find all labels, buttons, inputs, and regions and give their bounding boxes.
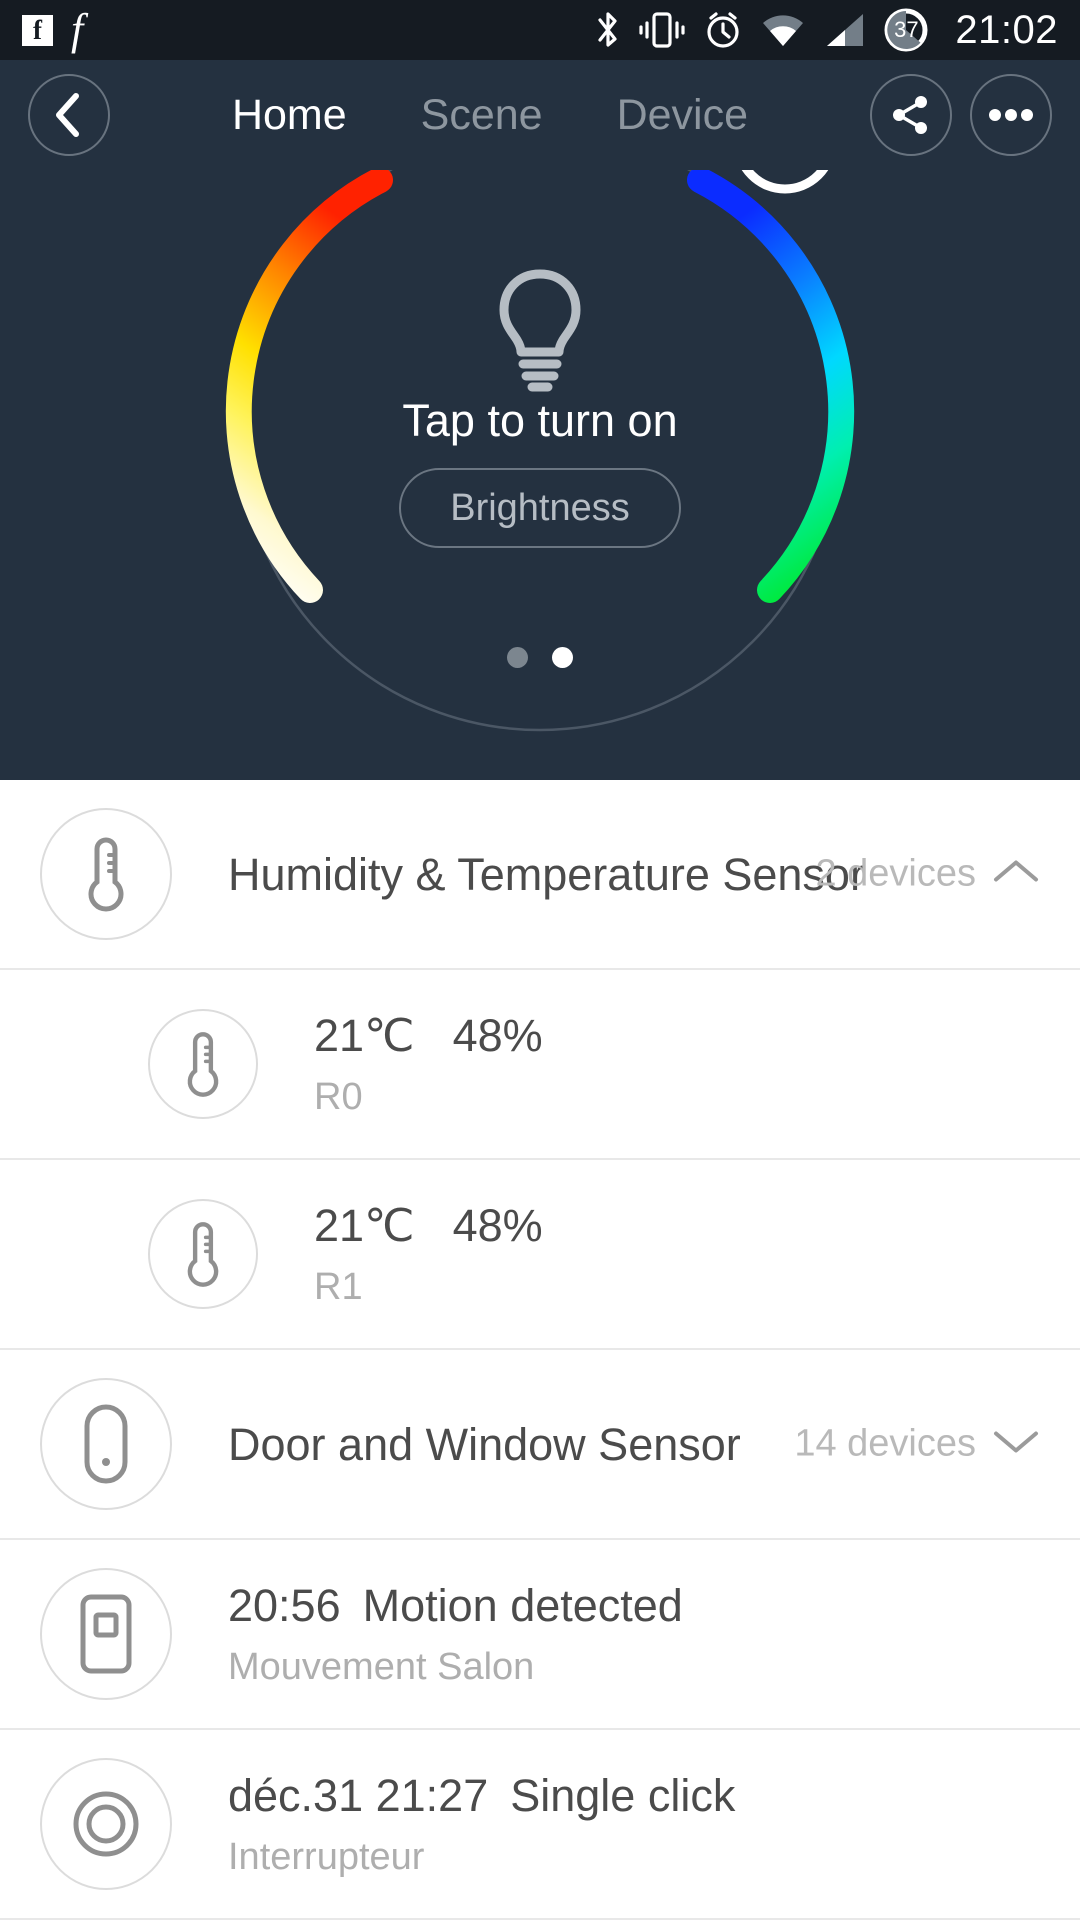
f-app-icon: f [71, 5, 84, 54]
tab-scene[interactable]: Scene [421, 93, 543, 137]
group-header-door-window[interactable]: Door and Window Sensor 14 devices [0, 1350, 1080, 1540]
event-row-body: 20:56 Motion detected Mouvement Salon [228, 1583, 1040, 1686]
status-bar-right: 37 21:02 [595, 7, 1058, 53]
door-window-sensor-icon [84, 1404, 128, 1484]
bluetooth-icon [598, 12, 617, 47]
avatar [40, 808, 172, 940]
vibrate-icon [639, 12, 685, 48]
brightness-button[interactable]: Brightness [399, 468, 681, 548]
avatar [148, 1009, 258, 1119]
group-device-count: 14 devices [794, 1422, 976, 1465]
alarm-icon [707, 12, 739, 48]
humidity-value: 48% [452, 1009, 543, 1061]
chevron-down-icon[interactable] [992, 1428, 1040, 1461]
battery-percent-label: 37 [894, 17, 919, 42]
page-indicator [0, 647, 1080, 668]
sensor-name: R0 [314, 1075, 363, 1118]
top-navigation-bar: Home Scene Device [0, 60, 1080, 170]
event-label: Motion detected [362, 1579, 683, 1631]
event-headline: 20:56 Motion detected [228, 1583, 1040, 1628]
sensor-readings: 21℃ 48% [314, 1013, 1040, 1058]
app-root: f f 37 21:02 Tap to turn on Brightness H… [0, 0, 1080, 1920]
table-row[interactable]: 21℃ 48% R0 [0, 970, 1080, 1160]
warm-color-arc[interactable] [225, 167, 393, 603]
sensor-row-body: 21℃ 48% R1 [314, 1203, 1040, 1306]
list-item[interactable]: déc.31 21:27 Single click Interrupteur [0, 1730, 1080, 1920]
status-bar-clock: 21:02 [955, 8, 1058, 52]
tab-home[interactable]: Home [232, 93, 347, 137]
status-bar: f f 37 21:02 [0, 0, 1080, 60]
event-row-body: déc.31 21:27 Single click Interrupteur [228, 1773, 1040, 1876]
button-switch-icon [73, 1791, 139, 1857]
thermometer-icon [187, 1222, 219, 1287]
page-dot-2[interactable] [552, 647, 573, 668]
back-chevron-icon [56, 93, 79, 137]
battery-icon: 37 [883, 7, 929, 53]
brightness-button-label: Brightness [450, 487, 630, 529]
device-list: Humidity & Temperature Sensor 2 devices … [0, 780, 1080, 1920]
event-time: déc.31 21:27 [228, 1769, 489, 1821]
avatar [40, 1568, 172, 1700]
humidity-value: 48% [452, 1199, 543, 1251]
event-device-name: Interrupteur [228, 1835, 425, 1878]
share-icon [893, 96, 927, 134]
event-headline: déc.31 21:27 Single click [228, 1773, 1040, 1818]
tap-to-turn-on-label[interactable]: Tap to turn on [0, 398, 1080, 443]
sensor-readings: 21℃ 48% [314, 1203, 1040, 1248]
list-item[interactable]: 20:56 Motion detected Mouvement Salon [0, 1540, 1080, 1730]
motion-sensor-icon [80, 1594, 132, 1674]
event-device-name: Mouvement Salon [228, 1645, 535, 1688]
event-label: Single click [510, 1769, 736, 1821]
more-options-button[interactable] [970, 74, 1052, 156]
facebook-icon: f [22, 14, 53, 46]
cool-color-arc[interactable] [687, 167, 855, 603]
avatar [40, 1758, 172, 1890]
back-button[interactable] [28, 74, 110, 156]
table-row[interactable]: 21℃ 48% R1 [0, 1160, 1080, 1350]
temperature-value: 21℃ [314, 1009, 415, 1061]
tab-device[interactable]: Device [617, 93, 748, 137]
sensor-row-body: 21℃ 48% R0 [314, 1013, 1040, 1116]
page-dot-1[interactable] [507, 647, 528, 668]
wifi-icon [763, 15, 804, 46]
group-device-count: 2 devices [815, 852, 976, 895]
signal-icon [827, 14, 864, 46]
chevron-up-icon[interactable] [992, 858, 1040, 891]
nav-tabs: Home Scene Device [126, 93, 854, 137]
more-icon [989, 109, 1033, 121]
share-button[interactable] [870, 74, 952, 156]
thermometer-icon [88, 837, 124, 912]
status-bar-left: f f [22, 8, 83, 52]
sensor-name: R1 [314, 1265, 363, 1308]
lightbulb-icon[interactable] [492, 268, 588, 394]
color-ring-zone[interactable]: Tap to turn on Brightness [0, 90, 1080, 780]
thermometer-icon [187, 1032, 219, 1097]
device-hero-panel: Tap to turn on Brightness Home Scene Dev… [0, 60, 1080, 780]
avatar [40, 1378, 172, 1510]
avatar [148, 1199, 258, 1309]
event-time: 20:56 [228, 1579, 341, 1631]
temperature-value: 21℃ [314, 1199, 415, 1251]
group-header-humidity-temperature[interactable]: Humidity & Temperature Sensor 2 devices [0, 780, 1080, 970]
nav-actions [870, 74, 1052, 156]
